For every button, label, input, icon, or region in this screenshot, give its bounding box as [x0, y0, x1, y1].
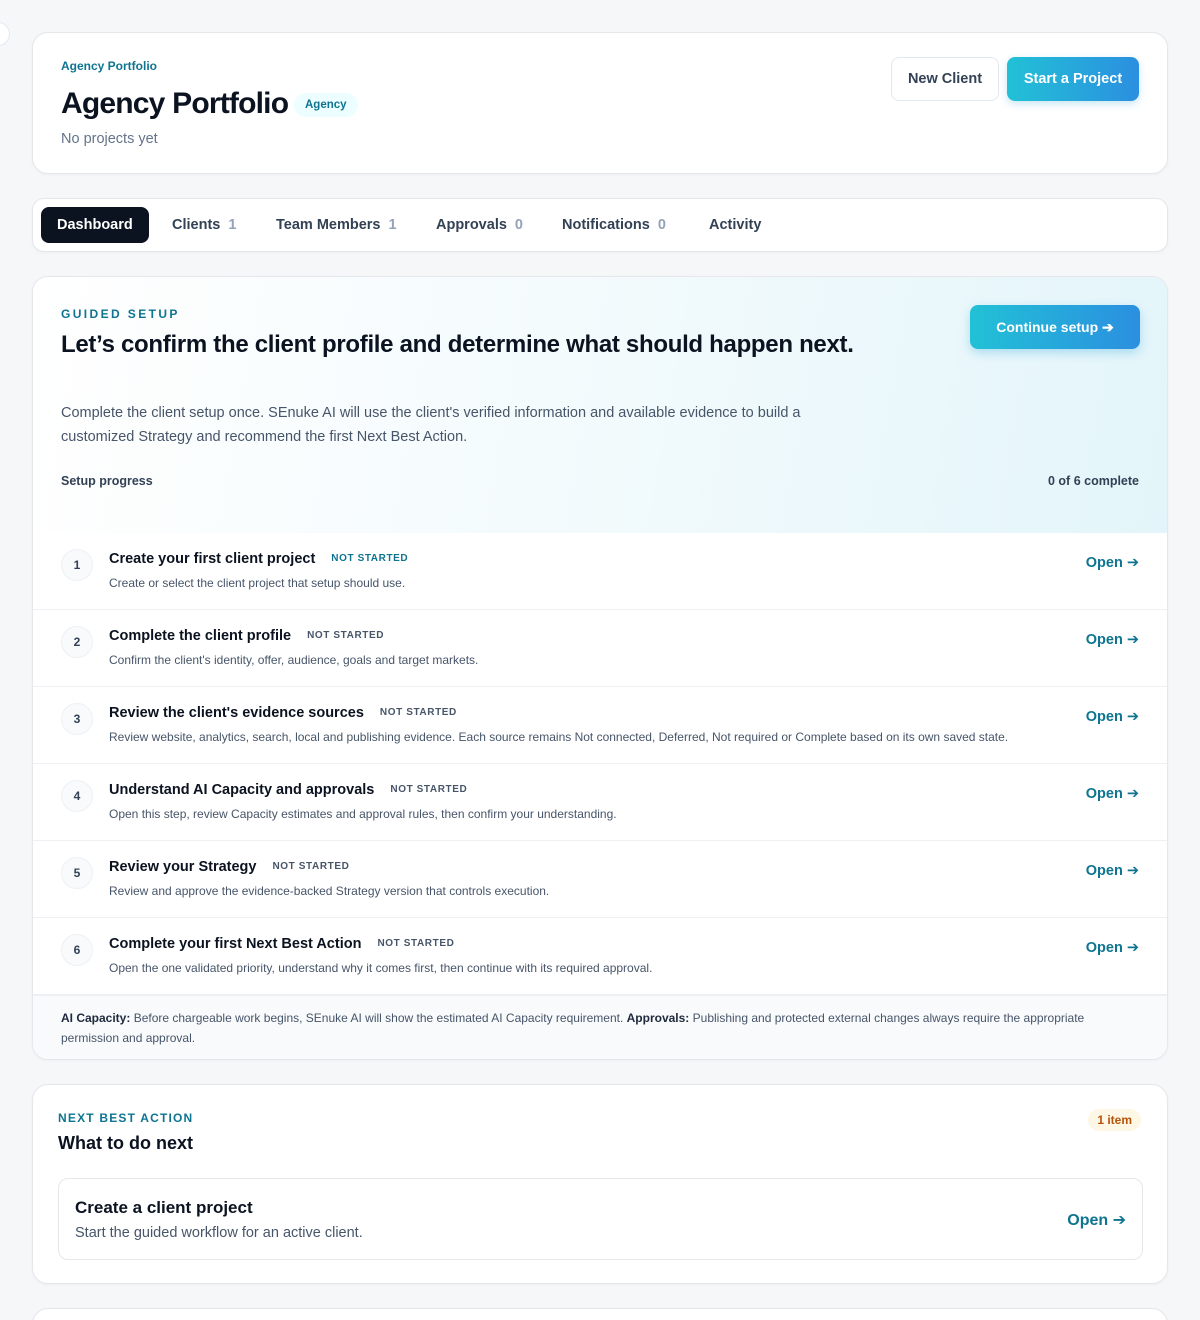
step-number: 1: [61, 549, 93, 581]
setup-progress-count: 0 of 6 complete: [1048, 474, 1139, 488]
tab-label: Clients: [172, 217, 221, 233]
step-open-link[interactable]: Open ➔: [1086, 786, 1139, 802]
step-title: Complete your first Next Best Action NOT …: [109, 936, 456, 952]
step-description: Create or select the client project that…: [109, 576, 406, 590]
step-open-link[interactable]: Open ➔: [1086, 709, 1139, 725]
status-badge: NOT STARTED: [377, 938, 455, 949]
continue-setup-button[interactable]: Continue setup ➔: [970, 305, 1140, 349]
setup-progress-label: Setup progress: [61, 474, 153, 488]
tab-activity[interactable]: Activity: [693, 207, 777, 243]
step-title-text: Review your Strategy: [109, 859, 257, 875]
status-badge: NOT STARTED: [390, 784, 468, 795]
step-title-text: Complete your first Next Best Action: [109, 936, 362, 952]
nba-title: What to do next: [58, 1133, 193, 1153]
page-title: Agency Portfolio: [61, 87, 289, 120]
status-badge: NOT STARTED: [307, 630, 385, 641]
tab-label: Activity: [709, 217, 762, 233]
approvals-label: Approvals:: [626, 1011, 690, 1025]
setup-step: 6 Complete your first Next Best Action NO…: [33, 918, 1167, 995]
next-best-action-card: NEXT BEST ACTION What to do next 1 item …: [32, 1084, 1168, 1284]
tab-label: Approvals: [436, 217, 507, 233]
step-title: Create your first client project NOT STAR…: [109, 551, 410, 567]
step-title-text: Complete the client profile: [109, 628, 292, 644]
step-description: Open this step, review Capacity estimate…: [109, 807, 617, 821]
nba-item-title: Create a client project: [75, 1198, 253, 1217]
tab-label: Dashboard: [57, 217, 133, 233]
setup-step: 2 Complete the client profile NOT STARTED…: [33, 610, 1167, 687]
step-open-link[interactable]: Open ➔: [1086, 863, 1139, 879]
nba-eyebrow: NEXT BEST ACTION: [58, 1111, 194, 1125]
start-project-button[interactable]: Start a Project: [1007, 57, 1139, 101]
nba-open-link[interactable]: Open ➔: [1067, 1210, 1126, 1230]
status-badge: NOT STARTED: [331, 553, 409, 564]
tab-count: 1: [388, 217, 397, 233]
setup-step: 4 Understand AI Capacity and approvals NO…: [33, 764, 1167, 841]
next-section-card: [32, 1308, 1168, 1320]
status-badge: NOT STARTED: [379, 707, 457, 718]
item-count-badge: 1 item: [1088, 1109, 1141, 1131]
tab-dashboard[interactable]: Dashboard: [41, 207, 149, 243]
status-badge: NOT STARTED: [272, 861, 350, 872]
step-description: Review website, analytics, search, local…: [109, 730, 1009, 744]
step-description: Open the one validated priority, underst…: [109, 961, 653, 975]
tab-notifications[interactable]: Notifications 0: [546, 207, 682, 243]
step-number: 5: [61, 857, 93, 889]
step-title-text: Review the client's evidence sources: [109, 705, 364, 721]
step-title-text: Create your first client project: [109, 551, 316, 567]
step-title-text: Understand AI Capacity and approvals: [109, 782, 375, 798]
step-open-link[interactable]: Open ➔: [1086, 555, 1139, 571]
step-title: Complete the client profile NOT STARTED: [109, 628, 386, 644]
tab-count: 1: [228, 217, 237, 233]
step-number: 6: [61, 934, 93, 966]
step-open-link[interactable]: Open ➔: [1086, 940, 1139, 956]
setup-description: Complete the client setup once. SEnuke A…: [61, 405, 801, 445]
tab-count: 0: [657, 217, 666, 233]
setup-title: Let’s confirm the client profile and det…: [61, 331, 854, 358]
tab-label: Notifications: [562, 217, 650, 233]
step-open-link[interactable]: Open ➔: [1086, 632, 1139, 648]
step-description: Review and approve the evidence-backed S…: [109, 884, 550, 898]
nba-item[interactable]: Create a client project Start the guided…: [58, 1178, 1143, 1260]
guided-setup-card: GUIDED SETUP Let’s confirm the client pr…: [32, 276, 1168, 1060]
setup-steps-list: 1 Create your first client project NOT ST…: [33, 533, 1167, 995]
page-subtitle: No projects yet: [61, 131, 158, 147]
setup-eyebrow: GUIDED SETUP: [61, 307, 180, 321]
setup-step: 3 Review the client's evidence sources NO…: [33, 687, 1167, 764]
step-number: 2: [61, 626, 93, 658]
step-title: Review your Strategy NOT STARTED: [109, 859, 351, 875]
setup-footer-note: AI Capacity: Before chargeable work begi…: [33, 995, 1167, 1059]
new-client-button[interactable]: New Client: [891, 57, 999, 101]
agency-badge: Agency: [294, 93, 358, 117]
tab-clients[interactable]: Clients 1: [156, 207, 252, 243]
step-number: 4: [61, 780, 93, 812]
step-title: Understand AI Capacity and approvals NOT …: [109, 782, 469, 798]
tab-team-members[interactable]: Team Members 1: [260, 207, 413, 243]
tab-label: Team Members: [276, 217, 381, 233]
tab-approvals[interactable]: Approvals 0: [420, 207, 539, 243]
tab-count: 0: [514, 217, 523, 233]
capacity-label: AI Capacity:: [61, 1011, 131, 1025]
breadcrumb[interactable]: Agency Portfolio: [61, 59, 157, 73]
tab-bar: Dashboard Clients 1 Team Members 1 Approva…: [32, 198, 1168, 252]
step-title: Review the client's evidence sources NOT …: [109, 705, 459, 721]
step-number: 3: [61, 703, 93, 735]
step-description: Confirm the client's identity, offer, au…: [109, 653, 479, 667]
portfolio-header: Agency Portfolio Agency Portfolio Agency…: [32, 32, 1168, 174]
capacity-text: Before chargeable work begins, SEnuke AI…: [130, 1011, 627, 1025]
sidebar-toggle[interactable]: [0, 22, 10, 46]
setup-step: 5 Review your Strategy NOT STARTED Review…: [33, 841, 1167, 918]
setup-step: 1 Create your first client project NOT ST…: [33, 533, 1167, 610]
nba-item-description: Start the guided workflow for an active …: [75, 1225, 363, 1241]
